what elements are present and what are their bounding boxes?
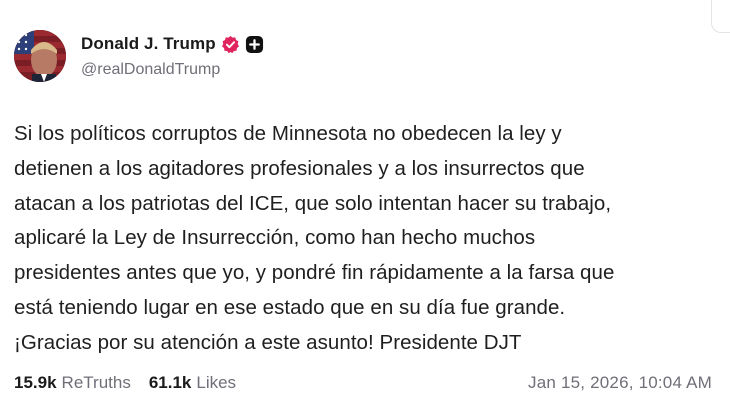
retruths-stat[interactable]: 15.9k ReTruths <box>14 373 131 393</box>
truth-post: Donald J. Trump @realDonaldTrump Si los … <box>0 0 730 403</box>
post-body: Si los políticos corruptos de Minnesota … <box>14 117 719 361</box>
likes-stat[interactable]: 61.1k Likes <box>149 373 236 393</box>
post-body-line: aplicaré la Ley de Insurrección, como ha… <box>14 226 536 250</box>
post-body-line: detienen a los agitadores profesionales … <box>14 156 585 180</box>
author-display-name[interactable]: Donald J. Trump <box>81 34 216 54</box>
verified-badge-icon <box>221 35 240 54</box>
post-body-line: atacan a los patriotas del ICE, que solo… <box>14 191 612 215</box>
author-avatar[interactable] <box>14 30 66 82</box>
post-body-line: está teniendo lugar en ese estado que en… <box>14 295 566 319</box>
post-body-line: Si los políticos corruptos de Minnesota … <box>14 122 562 145</box>
likes-count: 61.1k <box>148 373 192 392</box>
retruths-label: ReTruths <box>61 373 131 392</box>
author-handle[interactable]: @realDonaldTrump <box>81 61 220 79</box>
likes-label: Likes <box>196 373 237 392</box>
author-name-row: Donald J. Trump <box>81 33 264 55</box>
panel-corner <box>711 0 730 33</box>
post-footer: 15.9k ReTruths 61.1k Likes Jan 15, 2026,… <box>14 372 712 394</box>
post-timestamp[interactable]: Jan 15, 2026, 10:04 AM <box>528 373 712 393</box>
post-body-line: ¡Gracias por su atención a este asunto! … <box>14 330 522 354</box>
retruths-count: 15.9k <box>14 373 57 392</box>
post-body-line: presidentes antes que yo, y pondré fin r… <box>14 261 615 285</box>
plus-icon[interactable] <box>245 35 264 54</box>
